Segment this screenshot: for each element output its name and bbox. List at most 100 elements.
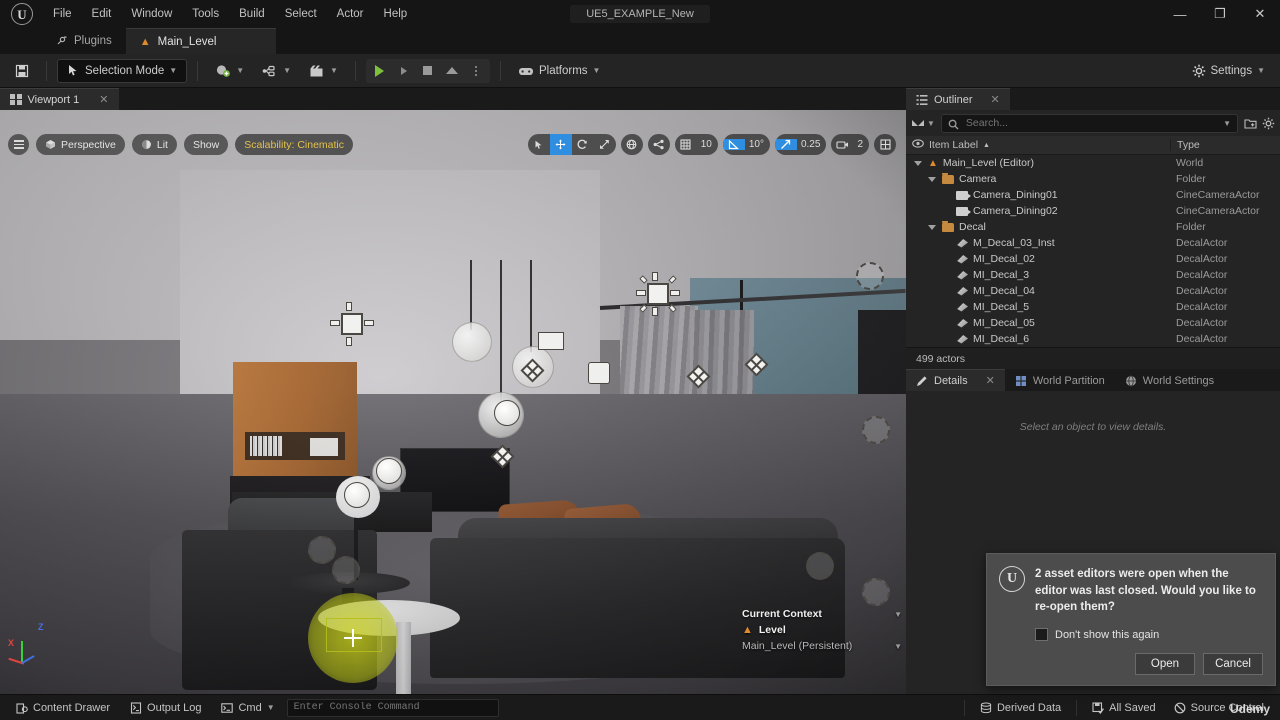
menu-window[interactable]: Window: [122, 4, 181, 24]
cmd-dropdown[interactable]: Cmd ▼: [213, 698, 282, 718]
close-icon[interactable]: ✕: [99, 93, 108, 106]
selection-mode-dropdown[interactable]: Selection Mode ▼: [57, 58, 188, 83]
status-separator-2: [1076, 699, 1078, 716]
outliner-row[interactable]: Camera Folder: [906, 171, 1280, 187]
dialog-message: 2 asset editors were open when the edito…: [1035, 567, 1256, 614]
close-icon[interactable]: ✕: [1240, 0, 1280, 28]
new-folder-icon[interactable]: [1244, 117, 1257, 129]
play-button[interactable]: [368, 60, 392, 82]
world-space-button[interactable]: [621, 134, 643, 155]
outliner-row[interactable]: M_Decal_03_Inst DecalActor: [906, 235, 1280, 251]
outliner-filter-button[interactable]: ▼: [912, 119, 935, 128]
visibility-eye-icon[interactable]: [912, 139, 924, 151]
settings-button[interactable]: Settings ▼: [1185, 59, 1272, 83]
outliner-search-box[interactable]: ▼: [940, 113, 1238, 133]
chevron-down-icon: ▼: [927, 118, 935, 128]
decal-icon: [957, 319, 968, 328]
stop-button[interactable]: [416, 60, 440, 82]
outliner-row-type: DecalActor: [1176, 333, 1228, 345]
menu-tools[interactable]: Tools: [183, 4, 228, 24]
decal-gizmo-box[interactable]: [326, 618, 382, 652]
skip-button[interactable]: [392, 60, 416, 82]
current-context-level-row[interactable]: ▲ Level: [742, 624, 902, 636]
outliner-row[interactable]: ▲ Main_Level (Editor) World: [906, 155, 1280, 171]
platforms-dropdown[interactable]: Platforms ▼: [511, 59, 608, 83]
scale-snap-control[interactable]: 0.25: [774, 134, 827, 155]
cancel-button[interactable]: Cancel: [1203, 653, 1263, 675]
rotate-tool-button[interactable]: [572, 134, 594, 155]
chevron-down-icon[interactable]: ▼: [1223, 119, 1231, 128]
current-context-level-value-row[interactable]: Main_Level (Persistent) ▼: [742, 640, 902, 652]
outliner-row[interactable]: MI_Decal_3 DecalActor: [906, 267, 1280, 283]
tab-details[interactable]: Details ✕: [906, 369, 1005, 391]
expander-icon[interactable]: [914, 160, 922, 166]
menu-edit[interactable]: Edit: [83, 4, 121, 24]
expander-icon[interactable]: [928, 224, 936, 230]
menu-help[interactable]: Help: [375, 4, 417, 24]
eject-button[interactable]: [440, 60, 464, 82]
select-tool-button[interactable]: [528, 134, 550, 155]
tab-world-settings[interactable]: World Settings: [1114, 369, 1225, 391]
viewport-3d[interactable]: Perspective Lit Show Scalability: Cinema…: [0, 110, 906, 694]
dont-show-again-row[interactable]: Don't show this again: [999, 628, 1263, 641]
source-control-button[interactable]: Source Control: [1166, 698, 1272, 718]
outliner-row[interactable]: Decal Folder: [906, 219, 1280, 235]
derived-data-button[interactable]: Derived Data: [972, 698, 1069, 718]
menu-build[interactable]: Build: [230, 4, 274, 24]
viewport-options-button[interactable]: [8, 134, 29, 155]
tab-main-level[interactable]: ▲ Main_Level: [125, 28, 277, 54]
outliner-row[interactable]: MI_Decal_6 DecalActor: [906, 331, 1280, 347]
menu-actor[interactable]: Actor: [328, 4, 373, 24]
blueprints-button[interactable]: ▼: [255, 59, 298, 83]
show-flags-dropdown[interactable]: Show: [183, 134, 229, 155]
chevron-down-icon[interactable]: ▼: [894, 642, 902, 651]
scalability-dropdown[interactable]: Scalability: Cinematic: [235, 134, 354, 155]
close-icon[interactable]: ✕: [991, 93, 1000, 106]
save-button[interactable]: [8, 59, 36, 83]
grid-snap-control[interactable]: 10: [674, 134, 718, 155]
tab-plugins[interactable]: Plugins: [0, 28, 126, 54]
outliner-tab-row: Outliner ✕: [906, 88, 1280, 110]
outliner-row[interactable]: Camera_Dining01 CineCameraActor: [906, 187, 1280, 203]
cinematics-button[interactable]: ▼: [302, 59, 345, 83]
menu-file[interactable]: File: [44, 4, 81, 24]
outliner-row[interactable]: Camera_Dining02 CineCameraActor: [906, 203, 1280, 219]
col-type-header[interactable]: Type: [1170, 139, 1280, 151]
tab-world-partition[interactable]: World Partition: [1004, 369, 1115, 391]
close-icon[interactable]: ✕: [986, 374, 995, 387]
viewport-layout-button[interactable]: [874, 134, 896, 155]
chevron-down-icon: ▼: [330, 66, 338, 75]
outliner-row[interactable]: MI_Decal_05 DecalActor: [906, 315, 1280, 331]
surface-snap-button[interactable]: [648, 134, 670, 155]
tab-outliner[interactable]: Outliner ✕: [906, 88, 1010, 110]
output-log-button[interactable]: Output Log: [122, 698, 209, 718]
all-saved-button[interactable]: All Saved: [1084, 698, 1163, 718]
outliner-search-input[interactable]: [965, 117, 1218, 129]
menu-select[interactable]: Select: [276, 4, 326, 24]
dont-show-again-checkbox[interactable]: [1035, 628, 1048, 641]
outliner-settings-icon[interactable]: [1262, 117, 1275, 130]
minimize-icon[interactable]: —: [1160, 0, 1200, 28]
scale-tool-button[interactable]: [594, 134, 616, 155]
play-options-button[interactable]: [464, 60, 488, 82]
content-drawer-button[interactable]: Content Drawer: [8, 698, 118, 718]
open-button[interactable]: Open: [1135, 653, 1195, 675]
outliner-row[interactable]: MI_Decal_04 DecalActor: [906, 283, 1280, 299]
angle-snap-control[interactable]: 10°: [722, 134, 770, 155]
console-command-input[interactable]: [293, 702, 492, 713]
outliner-row-type: Folder: [1176, 173, 1206, 185]
outliner-row[interactable]: MI_Decal_02 DecalActor: [906, 251, 1280, 267]
tab-viewport-1[interactable]: Viewport 1 ✕: [0, 88, 119, 110]
outliner-item-label-header[interactable]: Item Label ▲: [906, 139, 1170, 151]
camera-speed-control[interactable]: 2: [831, 134, 869, 155]
translate-tool-button[interactable]: [549, 134, 572, 155]
console-command-box[interactable]: [286, 698, 499, 717]
maximize-icon[interactable]: ❐: [1200, 0, 1240, 28]
expander-icon[interactable]: [928, 176, 936, 182]
outliner-row[interactable]: MI_Decal_5 DecalActor: [906, 299, 1280, 315]
current-context-header[interactable]: Current Context ▼: [742, 608, 902, 620]
chevron-down-icon[interactable]: ▼: [894, 610, 902, 619]
add-actor-button[interactable]: ▼: [208, 59, 251, 83]
view-mode-dropdown[interactable]: Lit: [131, 134, 177, 155]
camera-perspective-dropdown[interactable]: Perspective: [36, 134, 125, 155]
